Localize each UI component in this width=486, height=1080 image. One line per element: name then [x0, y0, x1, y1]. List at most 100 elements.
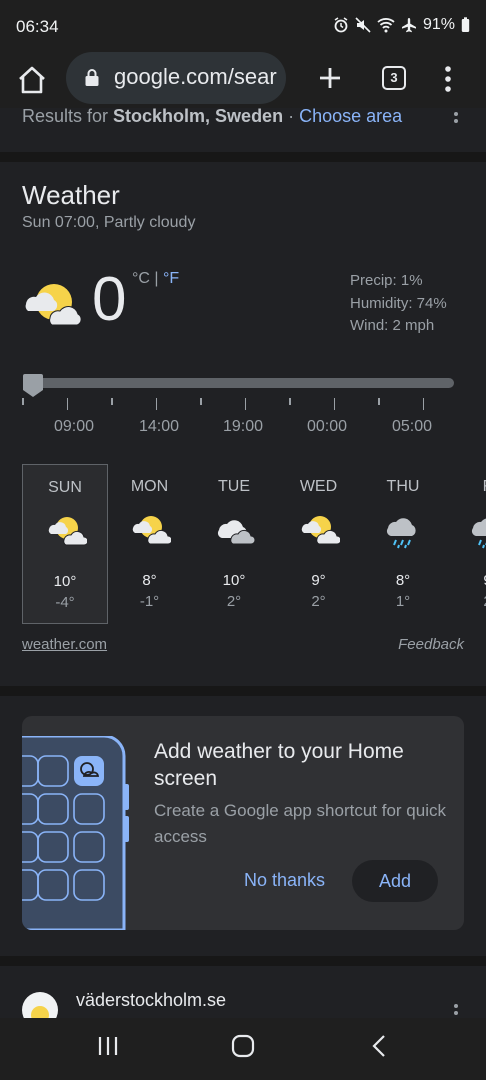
time-tick — [378, 398, 380, 405]
low-temp: -4° — [55, 594, 75, 611]
time-label: 09:00 — [53, 418, 95, 435]
high-temp: 9 — [445, 572, 486, 589]
battery-level: 91% — [422, 16, 455, 33]
precip-value: Precip: 1% — [350, 272, 423, 289]
system-nav-bar — [0, 1018, 486, 1080]
status-icons: 91% — [333, 16, 470, 34]
tab-switcher-button[interactable]: 3 — [382, 66, 406, 90]
day-forecast-sun[interactable]: SUN 10° -4° — [22, 464, 108, 624]
low-temp: 1° — [395, 593, 411, 610]
partly-cloudy-icon — [22, 278, 86, 333]
status-bar: 06:34 91% — [0, 0, 486, 52]
low-temp: -1° — [139, 593, 160, 610]
time-tick — [200, 398, 202, 405]
results-prefix: Results for — [22, 108, 114, 126]
browser-toolbar: google.com/sear 3 — [0, 52, 486, 108]
weather-subtitle: Sun 07:00, Partly cloudy — [22, 214, 196, 231]
day-name: WED — [299, 478, 338, 495]
back-icon[interactable] — [368, 1034, 392, 1063]
time-tick — [289, 398, 291, 405]
day-forecast-wed[interactable]: WED 9° 2° — [276, 464, 362, 624]
result-site-name[interactable]: väderstockholm.se — [76, 990, 226, 1011]
time-tick — [244, 398, 246, 410]
results-location-banner: Results for Stockholm, Sweden · Choose a… — [0, 108, 486, 152]
recent-apps-icon[interactable] — [96, 1034, 120, 1063]
time-tick — [66, 398, 68, 410]
low-temp: 2 — [445, 593, 486, 610]
promo-section: Add weather to your Home screen Create a… — [0, 696, 486, 956]
current-temperature: 0 — [92, 265, 127, 334]
day-forecast-f[interactable]: F 9 2 — [445, 464, 486, 624]
low-temp: 2° — [311, 593, 326, 610]
time-tick — [422, 398, 424, 410]
more-vert-icon[interactable] — [450, 110, 462, 137]
promo-description: Create a Google app shortcut for quick a… — [154, 801, 446, 846]
feedback-link[interactable]: Feedback — [398, 636, 464, 653]
weather-details: Precip: 1% Humidity: 74% Wind: 2 mph — [350, 270, 447, 338]
more-vert-icon[interactable] — [436, 64, 460, 94]
daily-forecast: SUN 10° -4° MON 8° -1° TUE 10° 2° WED 9° 2° THU 8° 1° F… — [22, 464, 486, 624]
day-name: F — [445, 478, 486, 496]
results-separator: · — [283, 108, 300, 126]
time-tick — [155, 398, 157, 410]
time-tick — [22, 398, 24, 405]
time-slider-track[interactable] — [26, 378, 454, 388]
high-temp: 10° — [222, 572, 246, 589]
time-tick — [111, 398, 113, 405]
high-temp: 8° — [395, 572, 411, 589]
rain-icon — [384, 514, 424, 555]
time-label: 00:00 — [306, 418, 348, 435]
unit-separator: | — [149, 270, 163, 287]
weather-source-link[interactable]: weather.com — [22, 636, 107, 653]
cloudy-icon — [215, 514, 256, 551]
time-label: 14:00 — [138, 418, 180, 435]
day-forecast-thu[interactable]: THU 8° 1° — [360, 464, 446, 624]
address-bar[interactable]: google.com/sear — [66, 52, 286, 104]
day-name: MON — [130, 478, 169, 495]
choose-area-link[interactable]: Choose area — [299, 108, 402, 126]
search-result[interactable]: väderstockholm.se — [0, 966, 486, 1018]
humidity-value: Humidity: 74% — [350, 294, 447, 312]
site-favicon — [22, 992, 58, 1018]
partly-cloudy-icon — [131, 514, 172, 551]
day-name: SUN — [48, 479, 82, 496]
no-thanks-button[interactable]: No thanks — [244, 870, 325, 891]
add-to-home-card: Add weather to your Home screen Create a… — [22, 716, 464, 930]
partly-cloudy-icon — [300, 514, 341, 551]
add-button[interactable]: Add — [352, 860, 438, 902]
wind-value: Wind: 2 mph — [350, 317, 435, 334]
high-temp: 8° — [142, 572, 157, 589]
divider — [0, 956, 486, 966]
home-icon[interactable] — [14, 62, 50, 98]
battery-icon — [461, 17, 470, 33]
time-slider-handle[interactable] — [22, 372, 44, 398]
results-location: Stockholm, Sweden — [113, 108, 284, 126]
partly-cloudy-icon — [47, 515, 89, 552]
mute-icon — [355, 17, 371, 33]
high-temp: 10° — [53, 573, 77, 590]
alarm-icon — [333, 17, 349, 33]
day-forecast-tue[interactable]: TUE 10° 2° — [191, 464, 277, 624]
airplane-icon — [401, 17, 417, 33]
divider — [0, 686, 486, 696]
more-vert-icon[interactable] — [450, 1002, 462, 1018]
time-label: 19:00 — [222, 418, 264, 435]
high-temp: 9° — [311, 572, 326, 589]
unit-toggle: °C | °F — [132, 270, 179, 288]
day-name: THU — [386, 478, 420, 495]
day-name: TUE — [218, 478, 250, 495]
home-nav-icon[interactable] — [230, 1034, 256, 1063]
time-ticks — [22, 398, 462, 412]
promo-title: Add weather to your Home screen — [154, 740, 404, 790]
weather-card: Weather Sun 07:00, Partly cloudy 0 °C | … — [0, 162, 486, 686]
phone-illustration — [22, 734, 132, 930]
unit-celsius[interactable]: °C — [132, 270, 150, 287]
new-tab-plus-icon[interactable] — [312, 60, 348, 96]
wifi-icon — [377, 17, 395, 33]
url-text: google.com/sear — [114, 64, 277, 89]
day-forecast-mon[interactable]: MON 8° -1° — [107, 464, 193, 624]
time-label: 05:00 — [391, 418, 433, 435]
rain-icon — [469, 514, 486, 555]
unit-fahrenheit[interactable]: °F — [163, 270, 179, 287]
time-tick — [333, 398, 335, 410]
